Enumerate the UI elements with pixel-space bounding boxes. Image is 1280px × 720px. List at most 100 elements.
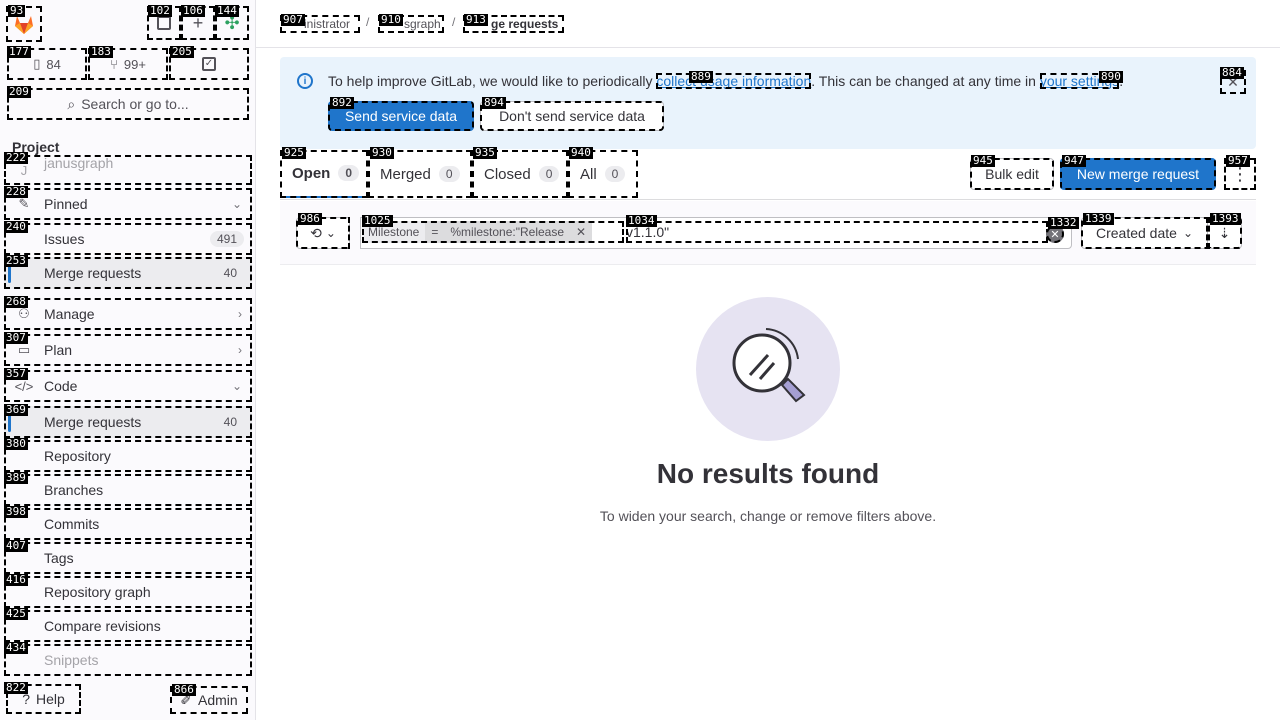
marker-tag: 102 (148, 4, 172, 17)
marker-tag: 177 (7, 45, 31, 58)
marker-tag: 1034 (626, 214, 657, 227)
marker-tag: 889 (689, 70, 713, 83)
marker-tag: 357 (4, 367, 28, 380)
marker-tag: 940 (569, 146, 593, 159)
marker-tag: 240 (4, 220, 28, 233)
marker-tag: 907 (281, 13, 305, 26)
search-icon: ⌕ (67, 95, 76, 112)
marker-tag: 398 (4, 505, 28, 518)
marker-tag: 416 (4, 573, 28, 586)
sidebar-item-issues[interactable]: Issues 491 (4, 223, 252, 255)
sidebar-item-merge-requests[interactable]: Merge requests 40 (4, 257, 252, 289)
count-badge: 40 (216, 414, 244, 430)
tab-count: 0 (338, 165, 360, 181)
search-button[interactable]: ⌕ Search or go to... (7, 88, 249, 120)
sidebar-item-repository-graph[interactable]: Repository graph (4, 576, 252, 608)
help-label: Help (36, 691, 65, 707)
tab-count: 0 (538, 166, 560, 182)
marker-tag: 986 (298, 212, 322, 225)
tab-count: 0 (604, 166, 626, 182)
sidebar-item-commits[interactable]: Commits (4, 508, 252, 540)
marker-tag: 822 (4, 681, 28, 694)
marker-tag: 947 (1062, 154, 1086, 167)
button-label: Send service data (344, 108, 458, 124)
count-badge: 40 (216, 265, 244, 281)
sidebar-item-repository[interactable]: Repository (4, 440, 252, 472)
breadcrumb-label: inistrator (304, 17, 351, 31)
sidebar-item-snippets[interactable]: Snippets (4, 644, 252, 676)
marker-tag: 93 (8, 4, 26, 17)
marker-tag: 930 (370, 146, 394, 159)
sidebar-item-label: Merge requests (44, 414, 142, 430)
marker-tag: 913 (464, 13, 488, 26)
merge-request-icon: ⑂ (110, 56, 118, 72)
sidebar-item-tags[interactable]: Tags (4, 542, 252, 574)
sort-lowest-icon: ⇣ (1218, 224, 1231, 241)
breadcrumb-label: sgraph (404, 17, 441, 31)
marker-tag: 1339 (1083, 212, 1114, 225)
sidebar-item-compare-revisions[interactable]: Compare revisions (4, 610, 252, 642)
issues-count: 84 (46, 56, 61, 72)
close-icon[interactable]: ✕ (570, 221, 593, 243)
chevron-down-icon: ⌄ (231, 197, 242, 211)
tab-label: Closed (484, 165, 531, 183)
button-label: Bulk edit (985, 166, 1039, 182)
marker-tag: 1393 (1210, 212, 1241, 225)
sidebar-item-label: Repository (44, 448, 111, 464)
sidebar-item-label: Branches (44, 482, 104, 498)
sidebar-item-project[interactable]: J janusgraph (4, 155, 252, 185)
info-icon: i (297, 73, 313, 89)
sidebar-item-code-merge-requests[interactable]: Merge requests 40 (4, 406, 252, 438)
milestone-filter-token[interactable]: Milestone = %milestone:"Release ✕ (362, 221, 624, 243)
marker-tag: 253 (4, 254, 28, 267)
button-label: Don't send service data (499, 108, 645, 124)
marker-tag: 890 (1099, 70, 1123, 83)
chevron-down-icon: ⌄ (1182, 226, 1193, 240)
marker-tag: 925 (282, 146, 306, 159)
plan-icon: ▭ (17, 342, 31, 357)
marker-tag: 957 (1226, 154, 1250, 167)
collect-usage-link[interactable]: collect usage information (656, 73, 812, 89)
sidebar-item-plan[interactable]: ▭ Plan › (4, 334, 252, 366)
chevron-right-icon: › (238, 343, 242, 357)
chevron-down-icon: ⌄ (325, 226, 336, 240)
sidebar-item-label: Snippets (44, 652, 99, 668)
sidebar-item-branches[interactable]: Branches (4, 474, 252, 506)
breadcrumb-separator: / (366, 15, 370, 29)
marker-tag: 910 (379, 13, 403, 26)
code-icon: </> (14, 378, 34, 394)
sidebar-item-label: Compare revisions (44, 618, 161, 634)
marker-tag: 209 (7, 85, 31, 98)
marker-tag: 228 (4, 185, 28, 198)
banner-text-part: . This can be changed at any time in (811, 73, 1036, 89)
sidebar-item-label: janusgraph (44, 155, 114, 171)
todo-check-icon: ✓ (202, 57, 216, 71)
sidebar-item-code[interactable]: </> Code ⌄ (4, 370, 252, 402)
token-operator: = (425, 221, 445, 243)
marker-tag: 106 (181, 4, 205, 17)
marker-tag: 407 (4, 539, 28, 552)
marker-tag: 894 (482, 96, 506, 109)
marker-tag: 945 (971, 154, 995, 167)
clear-icon: ✕ (1050, 228, 1060, 241)
empty-state-description: To widen your search, change or remove f… (599, 508, 937, 524)
sidebar-item-manage[interactable]: ⚇ Manage › (4, 298, 252, 330)
chevron-down-icon: ⌄ (231, 379, 242, 393)
users-icon: ⚇ (18, 306, 30, 321)
breadcrumb-separator: / (452, 15, 456, 29)
marker-tag: 1025 (362, 214, 393, 227)
button-label: New merge request (1076, 166, 1200, 182)
history-icon: ⟲ (310, 224, 322, 241)
sidebar-item-pinned[interactable]: ✎ Pinned ⌄ (4, 188, 252, 220)
marker-tag: 389 (4, 471, 28, 484)
marker-tag: 892 (330, 96, 354, 109)
tab-label: Open (292, 164, 331, 182)
chevron-right-icon: › (238, 307, 242, 321)
marker-tag: 369 (4, 403, 28, 416)
dont-send-service-data-button[interactable]: Don't send service data (480, 101, 664, 131)
search-text-input[interactable]: v1.1.0" (626, 221, 1048, 243)
mr-count: 99+ (123, 56, 146, 72)
project-avatar-icon: J (20, 162, 28, 178)
sort-label: Created date (1095, 225, 1177, 241)
sidebar-item-label: Pinned (44, 196, 88, 212)
